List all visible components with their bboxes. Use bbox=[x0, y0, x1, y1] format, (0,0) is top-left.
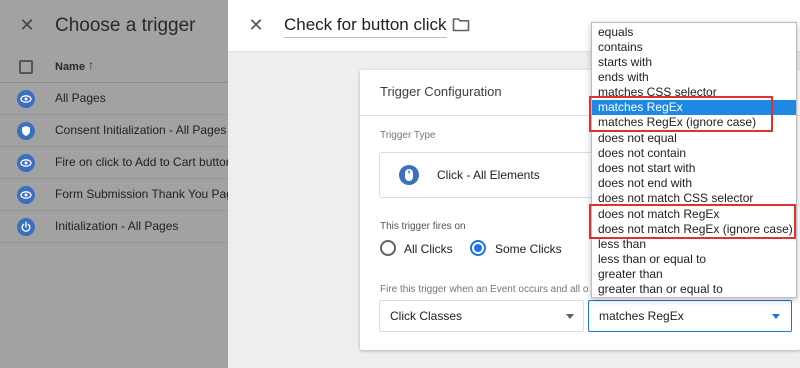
option-does-not-end-with[interactable]: does not end with bbox=[592, 176, 796, 191]
operator-dropdown-list: equals contains starts with ends with ma… bbox=[591, 22, 797, 298]
variable-select-value: Click Classes bbox=[390, 309, 463, 323]
option-starts-with[interactable]: starts with bbox=[592, 55, 796, 70]
option-greater-than[interactable]: greater than bbox=[592, 267, 796, 282]
fires-on-label: This trigger fires on bbox=[380, 221, 466, 232]
option-does-not-contain[interactable]: does not contain bbox=[592, 146, 796, 161]
trigger-type-value: Click - All Elements bbox=[437, 168, 540, 182]
trigger-label: Form Submission Thank You Page bbox=[55, 187, 228, 201]
trigger-row-consent-initialization[interactable]: Consent Initialization - All Pages bbox=[0, 115, 228, 147]
option-greater-than-or-equal-to[interactable]: greater than or equal to bbox=[592, 282, 796, 297]
trigger-label: Initialization - All Pages bbox=[55, 219, 179, 233]
operator-select-value: matches RegEx bbox=[599, 309, 684, 323]
trigger-row-form-submission[interactable]: Form Submission Thank You Page bbox=[0, 179, 228, 211]
close-icon[interactable]: ✕ bbox=[246, 15, 266, 35]
trigger-type-selector[interactable]: Click - All Elements bbox=[379, 152, 609, 198]
table-header: Name ↑ bbox=[0, 52, 228, 83]
trigger-label: Fire on click to Add to Cart button bbox=[55, 155, 228, 169]
shield-icon bbox=[17, 122, 35, 140]
card-title: Trigger Configuration bbox=[380, 84, 502, 99]
some-clicks-label[interactable]: Some Clicks bbox=[495, 242, 562, 256]
annotation-highlight-matches-regex bbox=[589, 96, 773, 132]
trigger-name-input[interactable]: Check for button click bbox=[284, 15, 447, 38]
option-contains[interactable]: contains bbox=[592, 40, 796, 55]
option-ends-with[interactable]: ends with bbox=[592, 70, 796, 85]
folder-icon[interactable] bbox=[452, 17, 470, 32]
all-clicks-radio[interactable] bbox=[380, 240, 396, 256]
annotation-highlight-does-not-match-regex bbox=[589, 204, 796, 239]
choose-trigger-header: ✕ Choose a trigger bbox=[0, 0, 228, 52]
eye-icon bbox=[17, 154, 35, 172]
option-does-not-start-with[interactable]: does not start with bbox=[592, 161, 796, 176]
option-does-not-equal[interactable]: does not equal bbox=[592, 131, 796, 146]
eye-icon bbox=[17, 186, 35, 204]
column-header-name[interactable]: Name bbox=[55, 61, 85, 73]
trigger-label: All Pages bbox=[55, 91, 106, 105]
option-less-than-or-equal-to[interactable]: less than or equal to bbox=[592, 252, 796, 267]
fire-condition-label: Fire this trigger when an Event occurs a… bbox=[380, 284, 589, 295]
power-icon bbox=[17, 218, 35, 236]
choose-trigger-panel: ✕ Choose a trigger Name ↑ All Pages Cons… bbox=[0, 0, 228, 368]
sort-arrow-icon[interactable]: ↑ bbox=[88, 58, 94, 72]
variable-select[interactable]: Click Classes bbox=[379, 300, 584, 332]
trigger-label: Consent Initialization - All Pages bbox=[55, 123, 227, 137]
option-less-than[interactable]: less than bbox=[592, 237, 796, 252]
trigger-row-add-to-cart[interactable]: Fire on click to Add to Cart button bbox=[0, 147, 228, 179]
eye-icon bbox=[17, 90, 35, 108]
select-all-checkbox[interactable] bbox=[19, 60, 33, 74]
some-clicks-radio[interactable] bbox=[470, 240, 486, 256]
trigger-row-initialization[interactable]: Initialization - All Pages bbox=[0, 211, 228, 243]
mouse-icon bbox=[399, 165, 419, 185]
option-equals[interactable]: equals bbox=[592, 25, 796, 40]
trigger-row-all-pages[interactable]: All Pages bbox=[0, 83, 228, 115]
trigger-type-label: Trigger Type bbox=[380, 130, 436, 141]
all-clicks-label[interactable]: All Clicks bbox=[404, 242, 453, 256]
panel-title: Choose a trigger bbox=[55, 15, 196, 36]
operator-select[interactable]: matches RegEx bbox=[588, 300, 792, 332]
chevron-down-icon bbox=[772, 314, 780, 319]
close-icon[interactable]: ✕ bbox=[17, 15, 37, 35]
chevron-down-icon bbox=[566, 314, 574, 319]
